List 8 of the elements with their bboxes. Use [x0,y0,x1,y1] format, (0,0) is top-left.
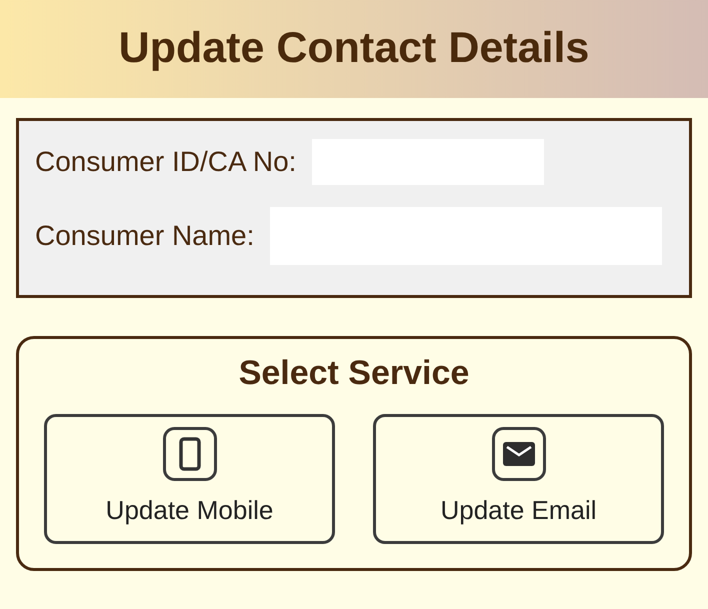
page-title: Update Contact Details [118,23,590,74]
envelope-icon [492,427,546,482]
field-label: Consumer Name: [35,219,254,253]
phone-icon [162,427,216,482]
section-title: Select Service [238,353,470,394]
field-label: Consumer ID/CA No: [35,145,296,179]
service-button[interactable]: Update Email [373,414,664,544]
service-button[interactable]: Update Mobile [44,414,335,544]
